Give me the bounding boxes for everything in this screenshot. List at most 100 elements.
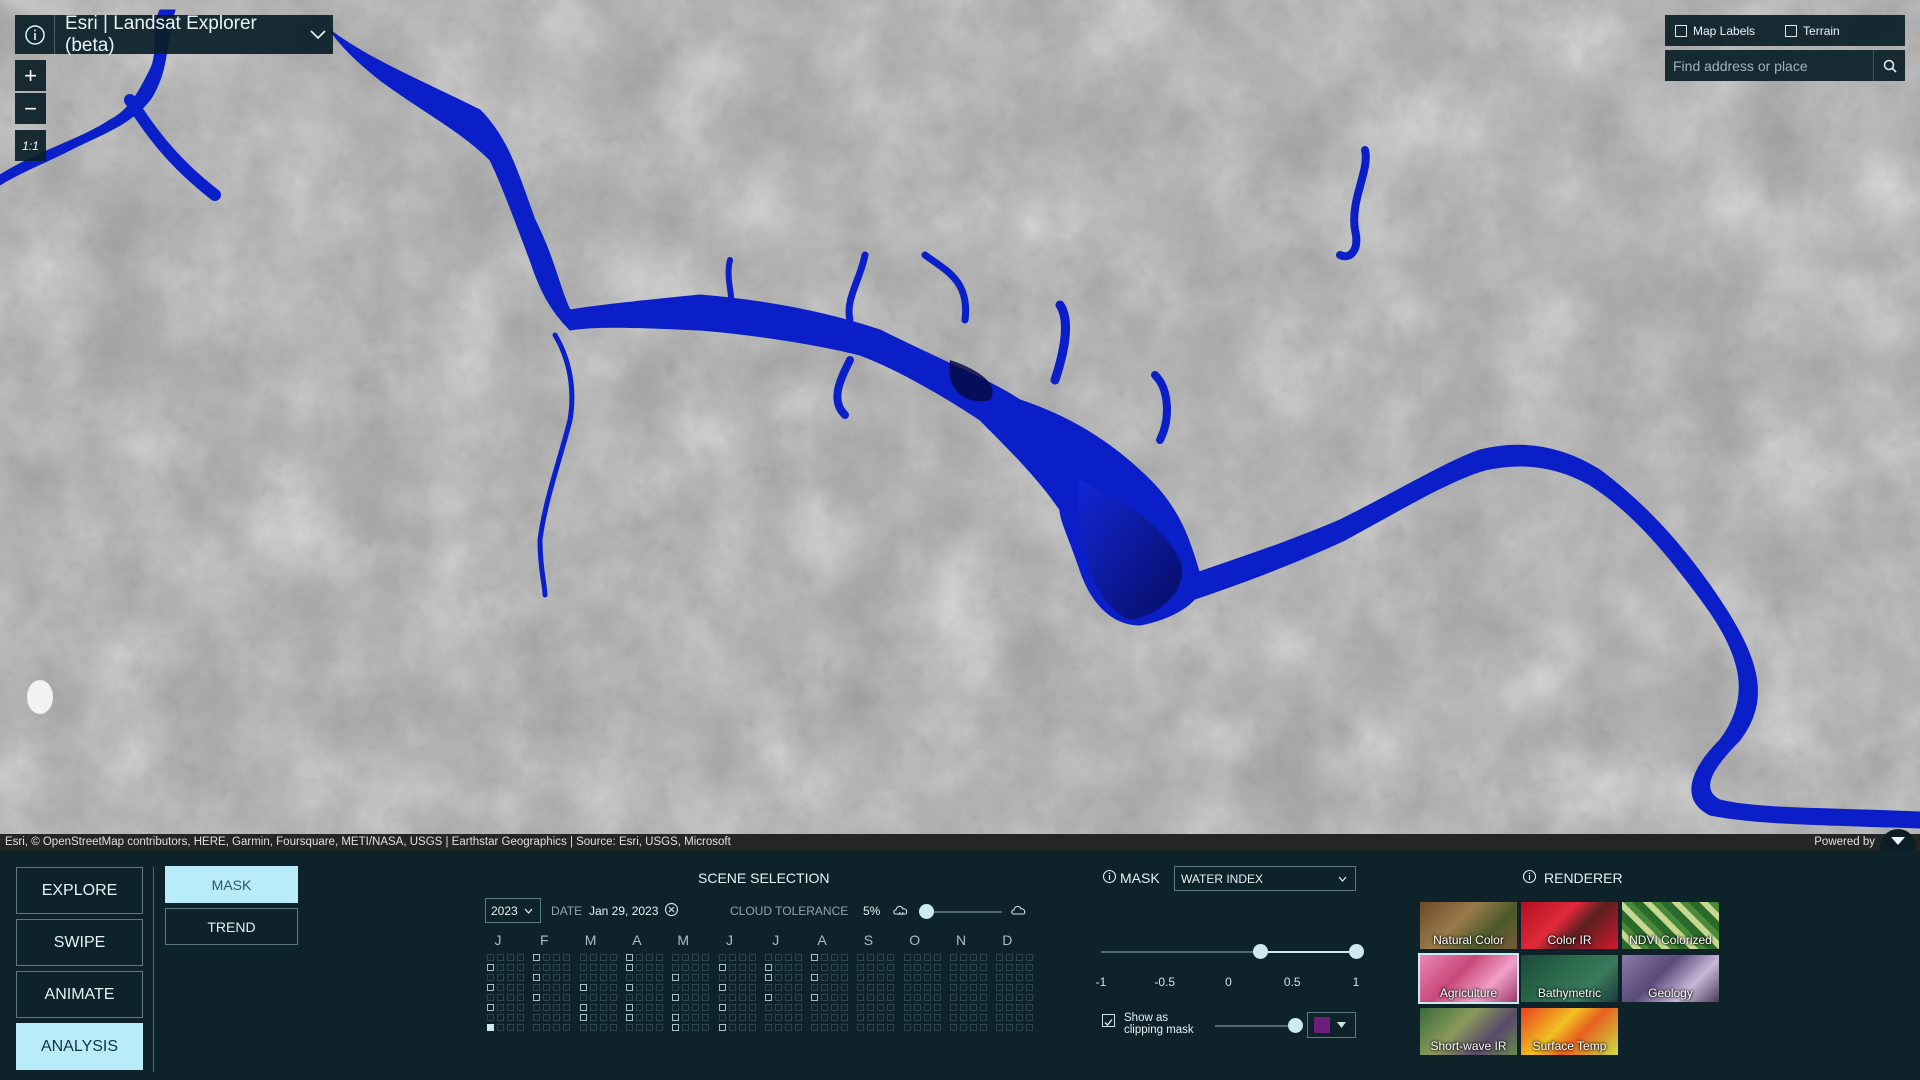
renderer-tile-surface-temp[interactable]: Surface Temp [1521, 1008, 1618, 1055]
mask-index-select[interactable]: WATER INDEX [1174, 866, 1356, 891]
calendar-day-cell[interactable] [692, 974, 700, 981]
calendar-day-cell[interactable] [635, 1004, 643, 1011]
calendar-day-cell[interactable] [635, 974, 643, 981]
renderer-tile-agriculture[interactable]: Agriculture [1418, 953, 1519, 1004]
calendar-day-cell[interactable] [913, 964, 921, 971]
calendar-day-cell[interactable] [748, 954, 756, 961]
calendar-day-cell[interactable] [1016, 1014, 1024, 1021]
calendar-day-cell[interactable] [903, 974, 911, 981]
calendar-day-cell[interactable] [913, 1024, 921, 1031]
calendar-day-cell[interactable] [950, 1024, 957, 1031]
calendar-day-cell[interactable] [811, 1024, 819, 1031]
calendar-day-cell[interactable] [794, 954, 802, 961]
calendar-day-cell[interactable] [960, 1024, 967, 1031]
calendar-day-cell[interactable] [728, 984, 736, 991]
calendar-day-cell[interactable] [672, 994, 680, 1001]
calendar-day-cell[interactable] [635, 984, 643, 991]
calendar-day-cell[interactable] [553, 964, 561, 971]
calendar-day-cell[interactable] [579, 1014, 587, 1021]
toggle-terrain[interactable]: Terrain [1785, 24, 1840, 38]
zoom-out-button[interactable]: − [15, 93, 46, 124]
toggle-map-labels[interactable]: Map Labels [1675, 24, 1755, 38]
calendar-day-cell[interactable] [738, 1024, 746, 1031]
calendar-day-cell[interactable] [645, 994, 653, 1001]
calendar-day-cell[interactable] [702, 954, 710, 961]
calendar-day-cell[interactable] [1006, 1004, 1014, 1011]
calendar-day-cell[interactable] [589, 1024, 597, 1031]
calendar-day-cell[interactable] [996, 1004, 1004, 1011]
info-icon[interactable] [1522, 869, 1537, 889]
calendar-day-cell[interactable] [497, 1014, 504, 1021]
calendar-day-cell[interactable] [589, 1014, 597, 1021]
calendar-day-cell[interactable] [645, 984, 653, 991]
calendar-day-cell[interactable] [867, 974, 875, 981]
calendar-day-cell[interactable] [887, 1024, 895, 1031]
calendar-day-cell[interactable] [960, 1014, 967, 1021]
calendar-day-cell[interactable] [487, 994, 494, 1001]
calendar-day-cell[interactable] [543, 964, 551, 971]
calendar-day-cell[interactable] [831, 954, 839, 961]
calendar-day-cell[interactable] [867, 964, 875, 971]
calendar-day-cell[interactable] [933, 984, 941, 991]
calendar-day-cell[interactable] [913, 1004, 921, 1011]
calendar-day-cell[interactable] [655, 1014, 663, 1021]
calendar-day-cell[interactable] [821, 1014, 829, 1021]
calendar-day-cell[interactable] [1026, 994, 1034, 1001]
calendar-day-cell[interactable] [877, 954, 885, 961]
cloud-slider-thumb[interactable] [919, 904, 934, 919]
calendar-day-cell[interactable] [563, 1014, 571, 1021]
calendar-day-cell[interactable] [821, 974, 829, 981]
calendar-day-cell[interactable] [625, 964, 633, 971]
calendar-day-cell[interactable] [923, 964, 931, 971]
calendar-day-cell[interactable] [970, 1024, 977, 1031]
calendar-day-cell[interactable] [794, 1004, 802, 1011]
calendar-day-cell[interactable] [857, 1024, 865, 1031]
calendar-day-cell[interactable] [831, 984, 839, 991]
calendar-day-cell[interactable] [589, 1004, 597, 1011]
calendar-day-cell[interactable] [764, 994, 772, 1001]
calendar-day-cell[interactable] [609, 994, 617, 1001]
calendar-day-cell[interactable] [692, 1014, 700, 1021]
renderer-tile-short-wave-ir[interactable]: Short-wave IR [1420, 1008, 1517, 1055]
calendar-day-cell[interactable] [794, 984, 802, 991]
calendar-day-cell[interactable] [563, 1004, 571, 1011]
calendar-day-cell[interactable] [811, 994, 819, 1001]
mode-explore-button[interactable]: EXPLORE [16, 867, 143, 914]
zoom-in-button[interactable]: + [15, 60, 46, 91]
calendar-day-cell[interactable] [1016, 984, 1024, 991]
calendar-day-cell[interactable] [980, 994, 987, 1001]
calendar-day-cell[interactable] [563, 984, 571, 991]
calendar-day-cell[interactable] [794, 974, 802, 981]
calendar-day-cell[interactable] [625, 1014, 633, 1021]
calendar-day-cell[interactable] [517, 1024, 524, 1031]
calendar-day-cell[interactable] [563, 994, 571, 1001]
calendar-day-cell[interactable] [507, 984, 514, 991]
calendar-day-cell[interactable] [913, 1014, 921, 1021]
calendar-day-cell[interactable] [579, 994, 587, 1001]
calendar-day-cell[interactable] [507, 964, 514, 971]
calendar-day-cell[interactable] [579, 954, 587, 961]
calendar-day-cell[interactable] [625, 974, 633, 981]
calendar-day-cell[interactable] [996, 964, 1004, 971]
calendar-day-cell[interactable] [960, 974, 967, 981]
calendar-day-cell[interactable] [563, 974, 571, 981]
calendar-day-cell[interactable] [635, 954, 643, 961]
powered-by-text[interactable]: Powered by [1814, 834, 1875, 851]
app-title-bar[interactable]: Esri | Landsat Explorer (beta) [15, 13, 333, 56]
calendar-day-cell[interactable] [764, 1014, 772, 1021]
calendar-day-cell[interactable] [1016, 994, 1024, 1001]
calendar-day-cell[interactable] [1026, 984, 1034, 991]
calendar-day-cell[interactable] [841, 964, 849, 971]
calendar-day-cell[interactable] [996, 1024, 1004, 1031]
calendar-day-cell[interactable] [784, 984, 792, 991]
mask-color-picker[interactable] [1307, 1012, 1356, 1038]
calendar-day-cell[interactable] [867, 1024, 875, 1031]
calendar-day-cell[interactable] [718, 984, 726, 991]
calendar-day-cell[interactable] [599, 1024, 607, 1031]
calendar-day-cell[interactable] [609, 1014, 617, 1021]
calendar-day-cell[interactable] [1016, 964, 1024, 971]
calendar-day-cell[interactable] [996, 954, 1004, 961]
calendar-day-cell[interactable] [970, 954, 977, 961]
calendar-day-cell[interactable] [682, 1004, 690, 1011]
calendar-day-cell[interactable] [970, 974, 977, 981]
